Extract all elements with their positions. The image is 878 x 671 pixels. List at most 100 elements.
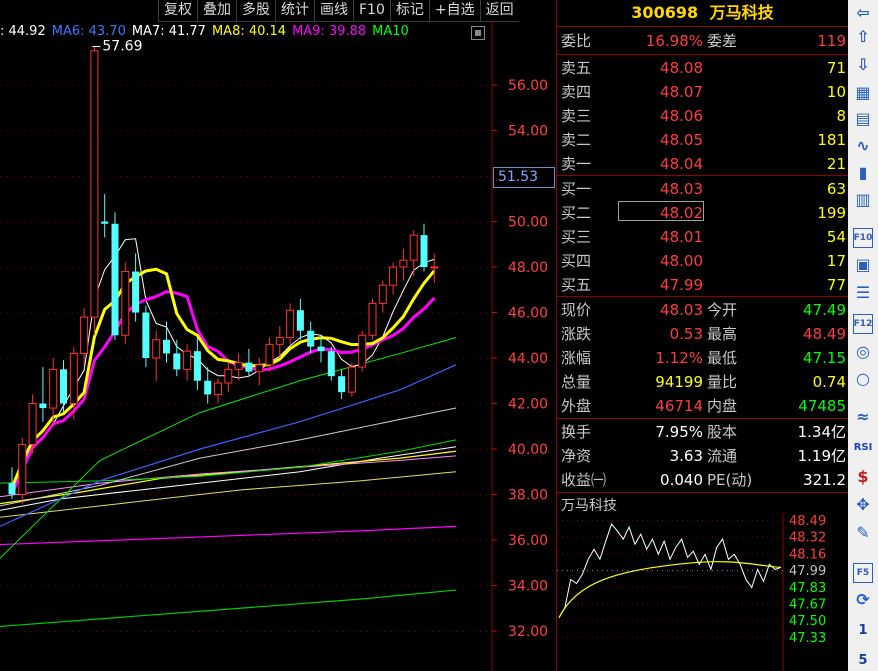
fund-row-1: 净资 3.63 流通 1.19亿: [557, 444, 848, 468]
ma-legend-3: MA8: 40.14: [211, 24, 287, 39]
mini-axis-label-7: 47.33: [789, 631, 826, 646]
list-icon[interactable]: ☰: [853, 282, 873, 302]
sell-row-4[interactable]: 卖一 48.04 21: [557, 152, 848, 176]
one-icon[interactable]: 1: [853, 620, 873, 640]
grid-icon[interactable]: ▦: [853, 82, 873, 102]
arrow-down-icon[interactable]: ⇩: [853, 54, 873, 74]
buy-row-0[interactable]: 买一 48.03 63: [557, 177, 848, 201]
buy-row-4[interactable]: 买五 47.99 77: [557, 273, 848, 297]
sell-row-3[interactable]: 卖二 48.05 181: [557, 128, 848, 152]
candle-icon[interactable]: ▮: [853, 162, 873, 182]
stat-value: 47485: [798, 397, 846, 415]
ratio-value: 16.98%: [645, 32, 703, 50]
stat-label: 涨跌: [561, 325, 592, 343]
buy-label: 买四: [561, 252, 592, 270]
buy-row-2[interactable]: 买三 48.01 54: [557, 225, 848, 249]
stat-label: 现价: [561, 301, 592, 319]
candle-body-38: [399, 259, 408, 268]
stat-label: 今开: [707, 301, 738, 319]
stock-name: 万马科技: [709, 3, 774, 22]
toolbar-btn-7[interactable]: +自选: [428, 0, 480, 22]
rsi-icon[interactable]: RSI: [853, 437, 873, 457]
sell-row-0[interactable]: 卖五 48.08 71: [557, 56, 848, 80]
candle-body-1: [18, 443, 27, 496]
sell-label: 卖二: [561, 131, 592, 149]
buy-label: 买三: [561, 228, 592, 246]
kline-chart[interactable]: 56.0054.0052.0050.0048.0046.0044.0042.00…: [0, 0, 556, 671]
five-icon[interactable]: 5: [853, 650, 873, 670]
toolbar-btn-5[interactable]: F10: [353, 0, 390, 22]
wave-icon[interactable]: ≈: [853, 406, 873, 426]
intraday-mini-chart[interactable]: 48.49 48.3248.16 47.99 47.83 47.6747.50 47.33: [557, 513, 848, 671]
fund-value: 0.040: [660, 471, 703, 489]
buy-row-3[interactable]: 买四 48.00 17: [557, 249, 848, 273]
sell-row-2[interactable]: 卖三 48.06 8: [557, 104, 848, 128]
sell-label: 卖五: [561, 59, 592, 77]
mini-axis-label-1: 48.32: [789, 531, 826, 546]
candle-body-35: [368, 302, 377, 336]
arrow-left-icon[interactable]: ⇦: [853, 2, 873, 22]
stat-row-0: 现价 48.03 今开 47.49: [557, 298, 848, 322]
buy-volume: 63: [826, 180, 846, 198]
fund-row-0: 换手 7.95% 股本 1.34亿: [557, 420, 848, 444]
candle-body-39: [409, 234, 418, 261]
stat-value: 48.49: [803, 325, 846, 343]
toolbar-btn-0[interactable]: 复权: [158, 0, 197, 22]
axis-label-8: 40.00: [508, 442, 548, 458]
f12-icon[interactable]: F12: [853, 314, 873, 334]
mini-axis-label-4: 47.83: [789, 581, 826, 596]
stock-header: 300698 万马科技: [557, 0, 848, 27]
toolbar-btn-4[interactable]: 画线: [314, 0, 353, 22]
stat-label: 最高: [707, 325, 738, 343]
axis-label-1: 54.00: [508, 124, 548, 140]
tool-sidebar: ⇦ ⇧ ⇩ ▦ ▤ ∿ ▮ ▥ F10 ▣ ☰ F12 ◎ ○ ≈ RSI $ ✥ ✎ F5 ⟳ 1 5: [848, 0, 878, 671]
candle-body-18: [193, 351, 201, 381]
candle-body-10: [111, 223, 119, 336]
fund-value: 1.19亿: [797, 447, 846, 465]
fund-value: 1.34亿: [797, 423, 846, 441]
circle-icon[interactable]: ○: [853, 368, 873, 388]
compass-icon[interactable]: ◎: [853, 341, 873, 361]
arrow-up-icon[interactable]: ⇧: [853, 26, 873, 46]
quote-panel: 300698 万马科技 委比 16.98% 委差 119 卖五 48.08 71 卖四…: [556, 0, 848, 671]
dollar-icon[interactable]: $: [853, 466, 873, 486]
move-icon[interactable]: ✥: [853, 494, 873, 514]
buy-row-1[interactable]: 买二 48.02 199: [557, 201, 848, 225]
stat-value: 47.15: [803, 349, 846, 367]
fund-label: PE(动): [707, 471, 753, 489]
stat-row-4: 外盘 46714 内盘 47485: [557, 394, 848, 418]
buy-price: 48.03: [660, 180, 703, 198]
pencil-icon[interactable]: ✎: [853, 522, 873, 542]
f5-icon[interactable]: F5: [853, 563, 873, 583]
axis-label-10: 36.00: [508, 533, 548, 549]
f10-icon[interactable]: F10: [853, 228, 873, 248]
toolbar-btn-1[interactable]: 叠加: [197, 0, 236, 22]
toolbar-btn-3[interactable]: 统计: [275, 0, 314, 22]
toolbar-btn-8[interactable]: 返回: [479, 0, 519, 22]
sell-volume: 71: [826, 59, 846, 77]
line-chart-icon[interactable]: ∿: [853, 135, 873, 155]
refresh-icon[interactable]: ⟳: [853, 589, 873, 609]
table-icon[interactable]: ▤: [853, 108, 873, 128]
chart-toolbar: 复权 叠加 多股 统计 画线 F10 标记 +自选 返回: [158, 0, 519, 22]
toolbar-btn-2[interactable]: 多股: [236, 0, 275, 22]
chart-box-icon[interactable]: ▣: [853, 254, 873, 274]
ma-settings-icon[interactable]: [471, 26, 485, 40]
candle-body-30: [317, 346, 325, 352]
toolbar-btn-6[interactable]: 标记: [389, 0, 429, 22]
buy-price: 47.99: [660, 276, 703, 294]
sell-row-1[interactable]: 卖四 48.07 10: [557, 80, 848, 104]
ma-legend-0: : 44.92: [0, 24, 46, 39]
buy-label: 买一: [561, 180, 592, 198]
candle-body-29: [307, 330, 315, 347]
fund-value: 7.95%: [655, 423, 703, 441]
bar-icon[interactable]: ▥: [853, 189, 873, 209]
candle-body-5: [60, 369, 67, 404]
sell-price: 48.08: [660, 59, 703, 77]
buy-volume: 54: [826, 228, 846, 246]
ma-line-g: [0, 589, 457, 628]
candle-body-12: [132, 271, 140, 313]
axis-label-6: 44.00: [508, 351, 548, 367]
stat-label: 总量: [561, 373, 592, 391]
kline-chart-svg[interactable]: 56.0054.0052.0050.0048.0046.0044.0042.00…: [0, 0, 556, 671]
